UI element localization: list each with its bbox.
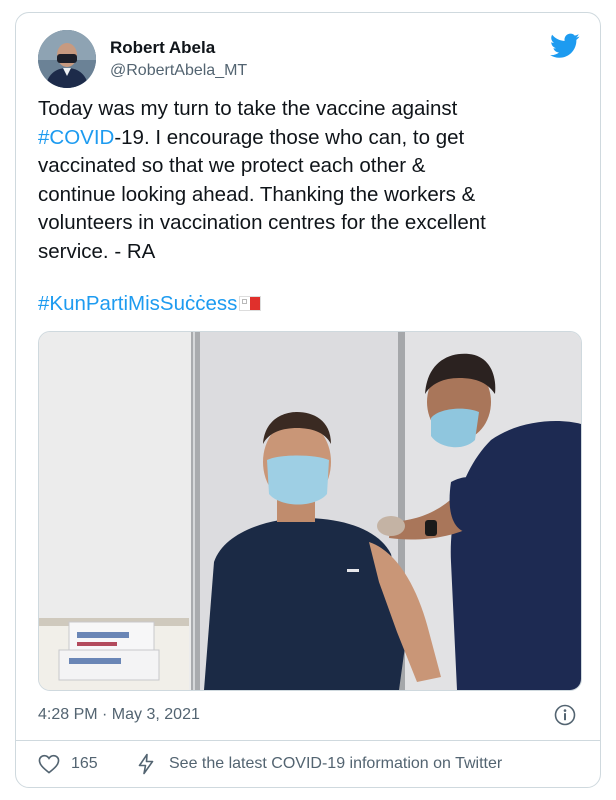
divider bbox=[16, 740, 600, 741]
author-handle[interactable]: @RobertAbela_MT bbox=[110, 62, 247, 80]
tweet-line: Today was my turn to take the vaccine ag… bbox=[38, 97, 458, 120]
tweet-line: service. - RA bbox=[38, 239, 156, 263]
tweet-line: vaccinated so that we protect each other… bbox=[38, 154, 426, 178]
hashtag-campaign[interactable]: #KunPartiMisSuċċess bbox=[38, 292, 237, 315]
lightning-icon bbox=[136, 753, 156, 775]
twitter-bird-icon[interactable] bbox=[550, 33, 580, 59]
heart-icon[interactable] bbox=[38, 754, 60, 774]
tweet-text: Today was my turn to take the vaccine ag… bbox=[38, 95, 586, 267]
tweet-line: volunteers in vaccination centres for th… bbox=[38, 211, 486, 235]
avatar[interactable] bbox=[38, 30, 96, 88]
covid-info-link[interactable]: See the latest COVID-19 information on T… bbox=[169, 755, 502, 773]
info-icon[interactable] bbox=[554, 704, 576, 726]
tweet-card: Robert Abela @RobertAbela_MT Today was m… bbox=[15, 12, 601, 788]
tweet-photo[interactable] bbox=[38, 331, 582, 691]
like-count[interactable]: 165 bbox=[71, 755, 98, 773]
malta-flag-icon bbox=[239, 296, 262, 311]
tweet-timestamp[interactable]: 4:28 PM · May 3, 2021 bbox=[38, 706, 200, 724]
tweet-line-rest: -19. I encourage those who can, to get bbox=[114, 125, 465, 149]
tweet-line: continue looking ahead. Thanking the wor… bbox=[38, 182, 476, 206]
tweet-line: #COVID-19. I encourage those who can, to… bbox=[38, 124, 586, 153]
author-name[interactable]: Robert Abela bbox=[110, 38, 215, 58]
hashtag-line: #KunPartiMisSuċċess bbox=[38, 290, 262, 318]
hashtag-covid[interactable]: #COVID bbox=[38, 126, 114, 149]
